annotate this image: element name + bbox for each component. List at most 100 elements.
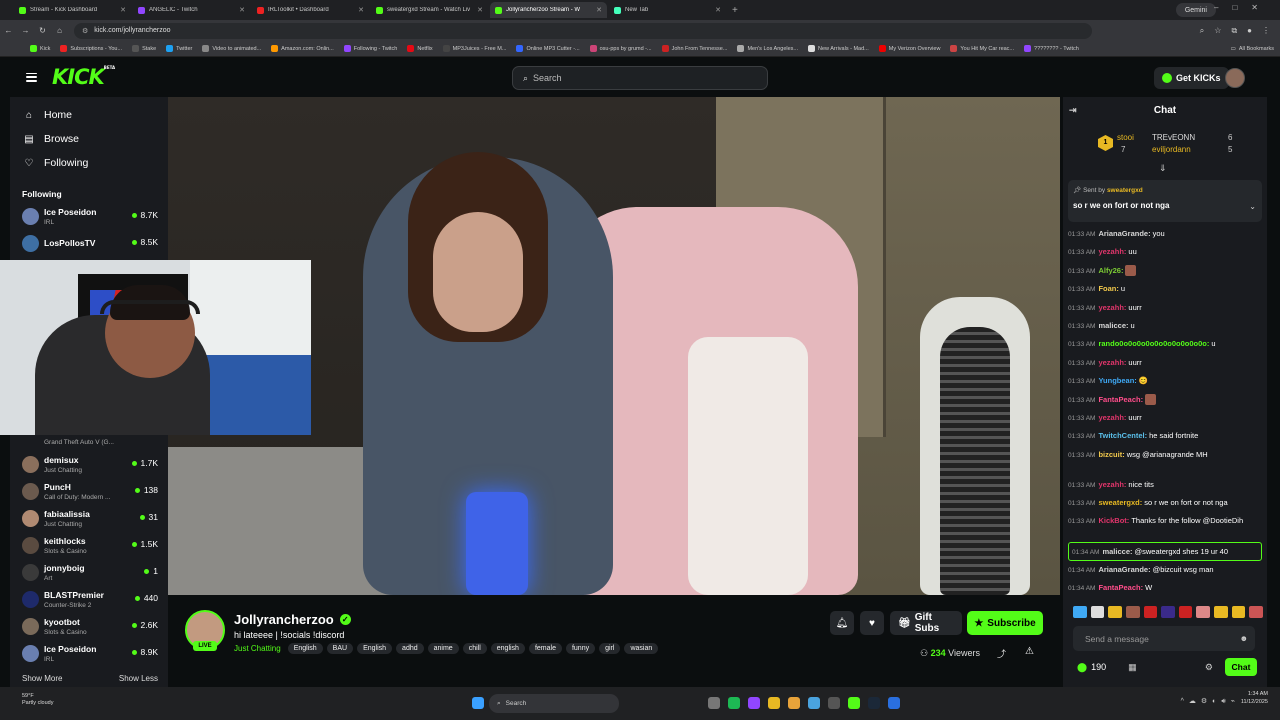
close-tab-icon[interactable]: ✕ — [239, 6, 245, 14]
bookmark-item[interactable]: New Arrivals - Mad... — [808, 45, 869, 52]
new-tab-button[interactable]: + — [732, 5, 738, 16]
show-more-button[interactable]: Show More — [22, 674, 62, 683]
bookmark-item[interactable]: My Verizon Overview — [878, 45, 940, 52]
stream-tag[interactable]: BAU — [326, 643, 354, 654]
browser-tab[interactable]: New Tab ✕ — [609, 2, 726, 18]
chat-username[interactable]: FantaPeach: — [1098, 583, 1143, 592]
followed-channel[interactable]: PuncH Call of Duty: Modern ... 138 — [10, 478, 168, 505]
gemini-button[interactable]: Gemini — [1175, 3, 1216, 17]
chat-username[interactable]: malicce: — [1098, 321, 1128, 330]
followed-channel[interactable]: Ice Poseidon IRL 8.7K — [10, 203, 168, 230]
chat-username[interactable]: Foan: — [1098, 284, 1118, 293]
stream-tag[interactable]: funny — [565, 643, 596, 654]
leaderboard-name[interactable]: TREvEONN — [1152, 133, 1195, 142]
forward-icon[interactable]: → — [17, 26, 34, 35]
spotify-icon[interactable] — [728, 697, 740, 709]
weather-widget[interactable]: 59°F Partly cloudy — [22, 693, 54, 707]
leaderboard-name[interactable]: eviljordann — [1152, 145, 1191, 154]
stream-tag[interactable]: English — [357, 643, 393, 654]
chat-username[interactable]: TwitchCentel: — [1098, 431, 1147, 440]
emote-icon[interactable] — [1231, 606, 1246, 618]
followed-channel[interactable]: Ice Poseidon IRL 8.9K — [10, 640, 168, 667]
expand-leaderboard-icon[interactable]: ⇓ — [1159, 163, 1167, 174]
kick-app-icon[interactable] — [848, 697, 860, 709]
store-icon[interactable]: ▦ — [1128, 662, 1137, 673]
notification-bell-button[interactable]: 🔔︎ — [830, 611, 854, 635]
channel-points[interactable]: 190 — [1091, 662, 1106, 672]
browser-tab[interactable]: Jollyrancherzoo Stream - W ✕ — [490, 2, 607, 18]
search-input[interactable]: ⌕ Search — [512, 66, 768, 90]
windows-start-icon[interactable] — [472, 697, 484, 709]
back-icon[interactable]: ← — [0, 26, 17, 35]
bookmark-item[interactable]: John From Tennesse... — [661, 45, 727, 52]
bookmark-item[interactable]: Subscriptions - You... — [60, 45, 122, 52]
file-explorer-icon[interactable] — [788, 697, 800, 709]
app-icon[interactable] — [888, 697, 900, 709]
chat-username[interactable]: FantaPeach: — [1098, 395, 1143, 404]
chat-username[interactable]: bizcuit: — [1098, 450, 1124, 459]
followed-channel[interactable]: LosPollosTV 8.5K — [10, 230, 168, 257]
taskbar-search[interactable]: ⌕ Search — [489, 694, 619, 713]
emote-icon[interactable] — [1178, 606, 1193, 618]
gift-subs-button[interactable]: 🎁︎ Gift Subs — [890, 611, 962, 635]
steam-icon[interactable] — [868, 697, 880, 709]
followed-channel[interactable]: fabiaalissia Just Chatting 31 — [10, 505, 168, 532]
send-chat-button[interactable]: Chat — [1225, 658, 1257, 676]
emote-icon[interactable] — [1125, 606, 1140, 618]
collapse-chat-icon[interactable]: ⇥ — [1069, 105, 1077, 116]
share-icon[interactable]: ⤴ — [997, 647, 1006, 660]
chat-username[interactable]: sweatergxd: — [1098, 498, 1142, 507]
followed-channel[interactable]: keithlocks Slots & Casino 1.5K — [10, 532, 168, 559]
followed-channel[interactable]: BLASTPremier Counter-Strike 2 440 — [10, 586, 168, 613]
stream-tag[interactable]: adhd — [396, 643, 424, 654]
bookmark-item[interactable]: Amazon.com: Onlin... — [271, 45, 334, 52]
stream-tag[interactable]: wasian — [624, 643, 659, 654]
emoji-picker-icon[interactable]: ☻ — [1240, 634, 1248, 643]
bookmark-item[interactable]: Kick — [30, 45, 50, 52]
window-controls[interactable]: –□✕ — [1214, 3, 1272, 12]
menu-hamburger-icon[interactable] — [26, 72, 37, 82]
leaderboard-name[interactable]: stooi — [1117, 133, 1134, 142]
stream-tag[interactable]: female — [528, 643, 562, 654]
chat-username[interactable]: Alfy26: — [1098, 266, 1123, 275]
chevron-down-icon[interactable]: ⌄ — [1249, 202, 1256, 211]
chat-username[interactable]: yezahh: — [1098, 358, 1126, 367]
photos-icon[interactable] — [808, 697, 820, 709]
all-bookmarks-button[interactable]: ▭ All Bookmarks — [1231, 46, 1274, 52]
chat-username[interactable]: yezahh: — [1098, 247, 1126, 256]
stream-tag[interactable]: english — [490, 643, 525, 654]
stream-category-link[interactable]: Just Chatting — [234, 644, 281, 653]
close-tab-icon[interactable]: ✕ — [596, 6, 602, 14]
stream-tag[interactable]: chill — [462, 643, 487, 654]
browser-tab[interactable]: sweatergxd Stream - Watch Liv ✕ — [371, 2, 488, 18]
chat-username[interactable]: ArianaGrande: — [1098, 229, 1150, 238]
chat-username[interactable]: yezahh: — [1098, 413, 1126, 422]
show-less-button[interactable]: Show Less — [119, 674, 158, 683]
twitch-icon[interactable] — [748, 697, 760, 709]
bookmark-item[interactable]: Video to animated... — [202, 45, 261, 52]
bookmark-item[interactable]: You Hit My Car reac... — [950, 45, 1014, 52]
close-tab-icon[interactable]: ✕ — [715, 6, 721, 14]
emote-icon[interactable] — [1108, 606, 1122, 618]
chat-username[interactable]: rando0o0o0o0o0o0o0o0o0o0o: — [1098, 339, 1209, 348]
system-tray[interactable]: ^☁⚙◐🔊︎⌁ — [1181, 697, 1240, 706]
browser-tab[interactable]: IRLToolkit • Dashboard ✕ — [252, 2, 369, 18]
chat-username[interactable]: KickBot: — [1098, 516, 1129, 525]
followed-channel[interactable]: jonnyboig Art 1 — [10, 559, 168, 586]
chat-username[interactable]: malicce: — [1102, 547, 1132, 556]
site-info-icon[interactable]: ⚙ — [82, 27, 88, 35]
menu-icon[interactable]: ⋮ — [1262, 26, 1270, 36]
emote-icon[interactable] — [1143, 606, 1158, 618]
bookmark-item[interactable]: Twitter — [166, 45, 192, 52]
zoom-icon[interactable]: ⌕ — [1200, 26, 1204, 36]
close-tab-icon[interactable]: ✕ — [358, 6, 364, 14]
chat-message-input[interactable]: Send a message ☻ — [1073, 626, 1255, 651]
emote-icon[interactable] — [1249, 606, 1264, 618]
browser-tab[interactable]: ANGELIC - Twitch ✕ — [133, 2, 250, 18]
user-avatar[interactable] — [1225, 68, 1245, 88]
close-tab-icon[interactable]: ✕ — [120, 6, 126, 14]
bookmark-item[interactable]: Netflix — [407, 45, 433, 52]
bookmark-item[interactable]: osu-pps by grumd -... — [589, 45, 652, 52]
chat-username[interactable]: yezahh: — [1098, 480, 1126, 489]
get-kicks-button[interactable]: Get KICKs — [1154, 67, 1229, 89]
